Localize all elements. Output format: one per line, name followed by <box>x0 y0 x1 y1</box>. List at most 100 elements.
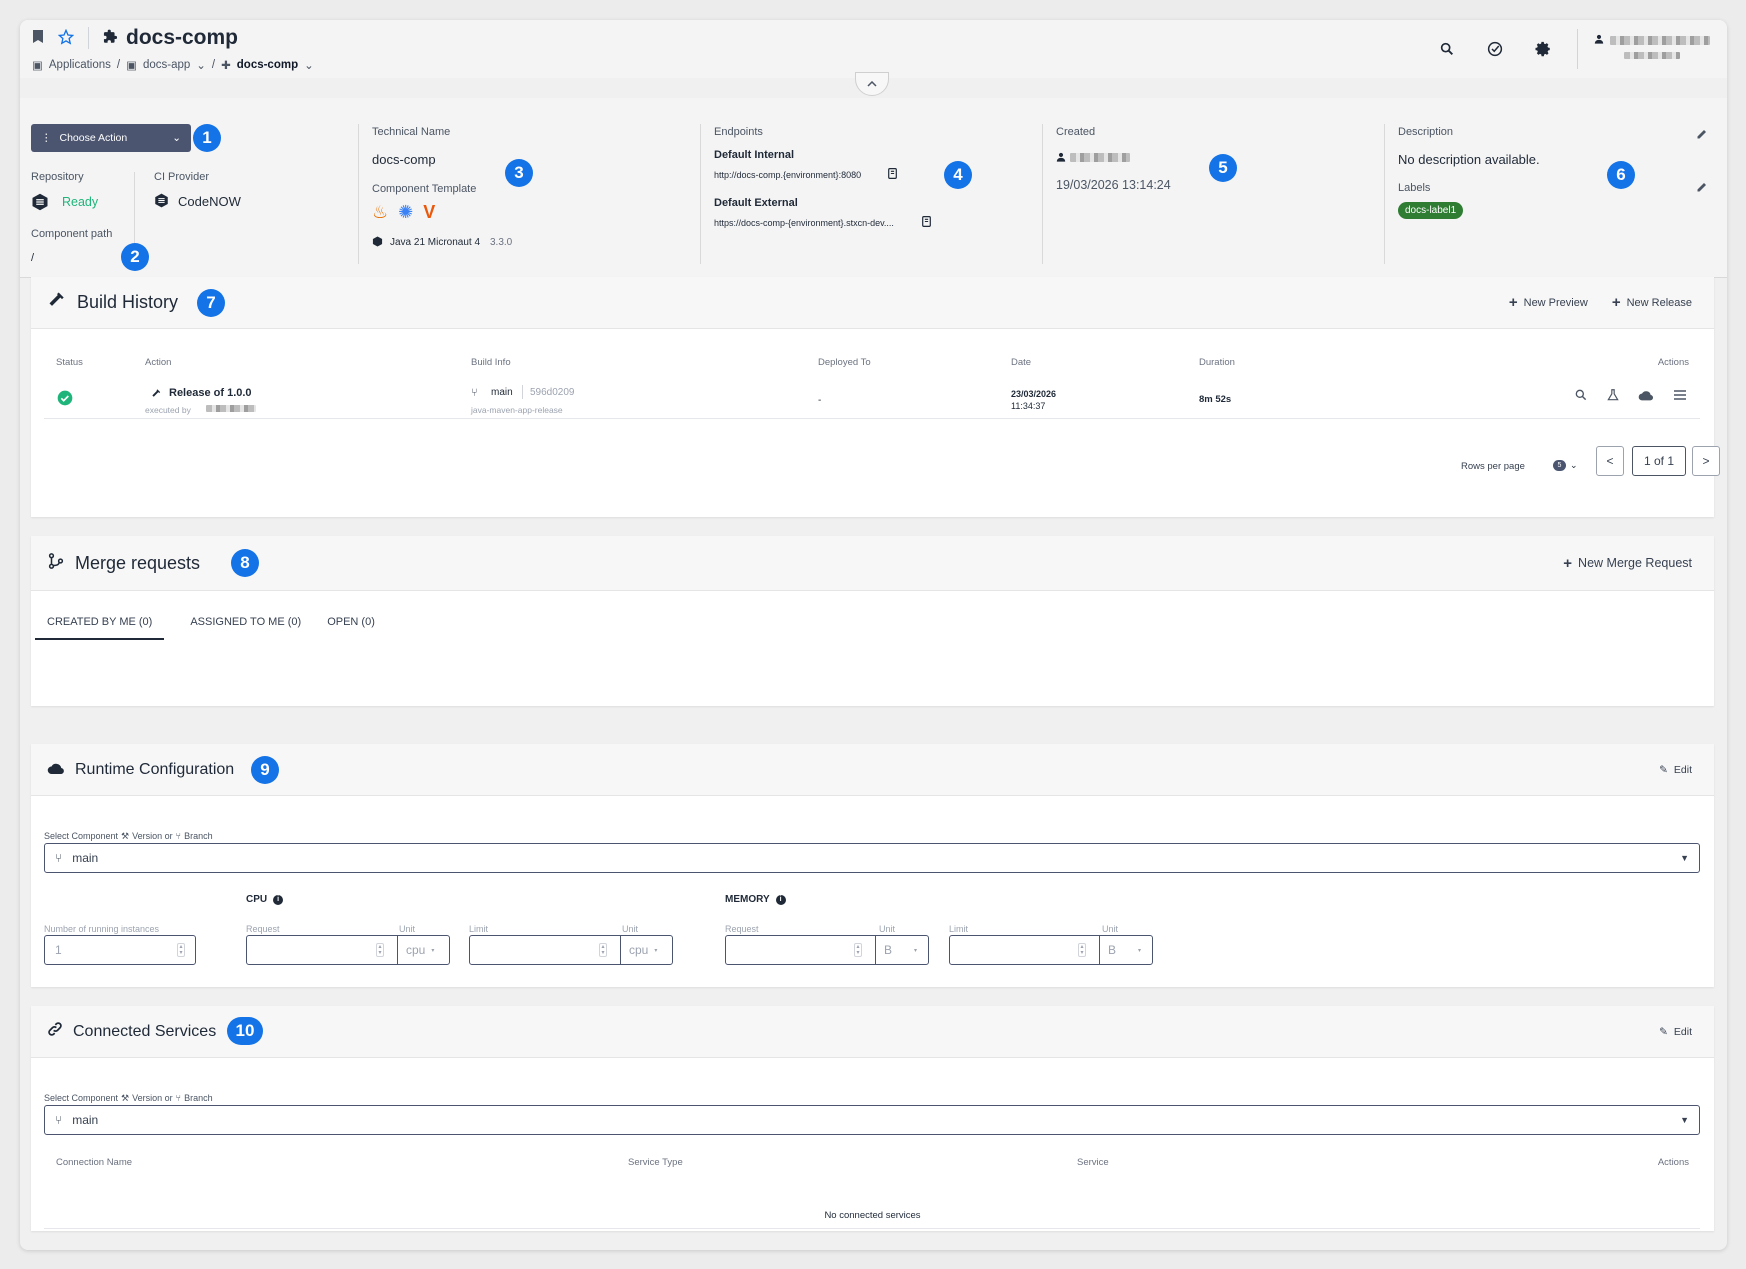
memory-heading: MEMORY i <box>725 894 786 905</box>
internal-label: Default Internal <box>714 149 795 161</box>
cpu-request-unit-label: Unit <box>399 924 416 934</box>
breadcrumb-app[interactable]: docs-app <box>143 59 190 71</box>
runtime-version-select[interactable]: ⑂ main ▼ <box>44 843 1700 873</box>
next-page-button[interactable]: > <box>1692 446 1720 476</box>
label-chip: docs-label1 <box>1398 202 1464 219</box>
merge-request-tabs: CREATED BY ME (0) ASSIGNED TO ME (0) OPE… <box>35 616 375 640</box>
connected-version-select[interactable]: ⑂ main ▼ <box>44 1105 1700 1135</box>
runtime-edit-button[interactable]: ✎ Edit <box>1659 764 1692 776</box>
check-circle-icon[interactable] <box>1471 40 1519 58</box>
kebab-icon: ⋮ <box>41 132 52 144</box>
rows-per-page-select[interactable]: 5 ⌄ <box>1553 460 1578 471</box>
plus-icon: + <box>1563 554 1573 572</box>
row-actions <box>1574 388 1688 405</box>
choose-action-button[interactable]: ⋮ Choose Action ⌄ <box>31 124 191 152</box>
empty-state: No connected services <box>824 1210 921 1221</box>
description-value: No description available. <box>1398 152 1540 167</box>
memory-limit-input[interactable]: ▴ ▾ B ▾ <box>949 935 1153 965</box>
col-build-info: Build Info <box>471 357 511 368</box>
template-icons: ♨ ✺ V <box>372 202 435 223</box>
new-merge-request-button[interactable]: + New Merge Request <box>1563 555 1692 572</box>
prev-page-button[interactable]: < <box>1596 446 1624 476</box>
gear-icon[interactable] <box>1519 40 1567 58</box>
top-bar: docs-comp ▣ Applications / ▣ docs-app ⌄ … <box>20 20 1727 78</box>
tab-open[interactable]: OPEN (0) <box>327 616 375 640</box>
success-icon <box>57 390 73 409</box>
endpoints-label: Endpoints <box>714 126 763 138</box>
badge-8: 8 <box>231 549 259 577</box>
micronaut-icon: ✺ <box>398 202 414 222</box>
pencil-icon: ✎ <box>1659 1025 1668 1038</box>
java-icon: ♨ <box>372 202 389 222</box>
bookmark-icon[interactable] <box>32 29 44 47</box>
runtime-configuration-card: Runtime Configuration 9 ✎ Edit Select Com… <box>31 744 1714 987</box>
connected-selected-branch: main <box>72 1113 99 1127</box>
build-history-card: Build History 7 + New Preview + New Releas… <box>31 277 1720 517</box>
cpu-limit-label: Limit <box>469 924 489 934</box>
info-icon[interactable]: i <box>273 894 284 905</box>
build-duration: 8m 52s <box>1199 394 1232 405</box>
menu-icon[interactable] <box>1672 388 1688 405</box>
col-service-type: Service Type <box>628 1157 683 1168</box>
flask-icon[interactable] <box>1606 388 1620 405</box>
technical-name-value: docs-comp <box>372 152 436 167</box>
external-url[interactable]: https://docs-comp-{environment}.stxcn-de… <box>714 218 894 228</box>
edit-labels-icon[interactable] <box>1696 181 1708 196</box>
maven-icon: V <box>423 202 436 222</box>
tab-created-by-me[interactable]: CREATED BY ME (0) <box>35 616 165 640</box>
cpu-limit-unit-label: Unit <box>622 924 639 934</box>
col-action: Action <box>145 357 172 368</box>
col-date: Date <box>1011 357 1032 368</box>
user-icon <box>1594 33 1604 47</box>
template-package-icon <box>372 236 383 250</box>
app-icon: ▣ <box>126 60 137 72</box>
tab-assigned-to-me[interactable]: ASSIGNED TO ME (0) <box>190 616 301 640</box>
breadcrumb-applications[interactable]: Applications <box>49 59 111 71</box>
branch-icon: ⑂ <box>471 387 478 399</box>
star-icon[interactable] <box>57 28 75 48</box>
badge-9: 9 <box>251 756 279 784</box>
template-version: 3.3.0 <box>490 237 513 248</box>
user-menu[interactable] <box>1577 29 1727 69</box>
page-indicator: 1 of 1 <box>1632 446 1686 476</box>
merge-requests-card: Merge requests 8 + New Merge Request CREA… <box>31 536 1714 706</box>
runtime-title: Runtime Configuration <box>75 760 235 778</box>
info-icon[interactable]: i <box>775 894 786 905</box>
instances-input[interactable]: 1 ▴ ▾ <box>44 935 196 965</box>
connected-edit-button[interactable]: ✎ Edit <box>1659 1026 1692 1038</box>
cpu-limit-input[interactable]: ▴ ▾ cpu ▾ <box>469 935 673 965</box>
component-path-label: Component path <box>31 228 113 240</box>
col-deployed-to: Deployed To <box>818 357 871 368</box>
external-label: Default External <box>714 197 798 209</box>
build-action[interactable]: Release of 1.0.0 <box>169 387 252 399</box>
user-icon <box>1056 151 1066 165</box>
cpu-heading: CPU i <box>246 894 284 905</box>
cloud-icon[interactable] <box>1638 388 1654 405</box>
copy-icon[interactable] <box>920 215 933 231</box>
component-template-label: Component Template <box>372 183 477 195</box>
executor-redacted <box>206 405 256 412</box>
badge-2: 2 <box>121 243 149 271</box>
copy-icon[interactable] <box>886 167 899 183</box>
memory-request-unit-label: Unit <box>879 924 896 934</box>
inspect-icon[interactable] <box>1574 388 1588 405</box>
hammer-icon <box>47 290 67 315</box>
search-icon[interactable] <box>1423 41 1471 57</box>
chevron-down-icon[interactable]: ⌄ <box>304 58 314 72</box>
badge-4: 4 <box>944 161 972 189</box>
chevron-down-icon[interactable]: ⌄ <box>196 58 206 72</box>
created-date: 19/03/2026 13:14:24 <box>1056 178 1171 192</box>
internal-url[interactable]: http://docs-comp.{environment}:8080 <box>714 170 861 180</box>
breadcrumb-component[interactable]: docs-comp <box>237 59 298 71</box>
page-title-text: docs-comp <box>126 26 239 49</box>
labels-label: Labels <box>1398 182 1431 194</box>
rows-per-page-label: Rows per page <box>1461 461 1525 472</box>
cpu-request-input[interactable]: ▴ ▾ cpu ▾ <box>246 935 450 965</box>
edit-description-icon[interactable] <box>1696 128 1708 143</box>
memory-request-input[interactable]: ▴ ▾ B ▾ <box>725 935 929 965</box>
collapse-header-button[interactable] <box>855 72 889 96</box>
col-service: Service <box>1077 1157 1109 1168</box>
new-preview-button[interactable]: + New Preview <box>1509 294 1588 311</box>
new-release-button[interactable]: + New Release <box>1612 294 1692 311</box>
badge-3: 3 <box>505 159 533 187</box>
